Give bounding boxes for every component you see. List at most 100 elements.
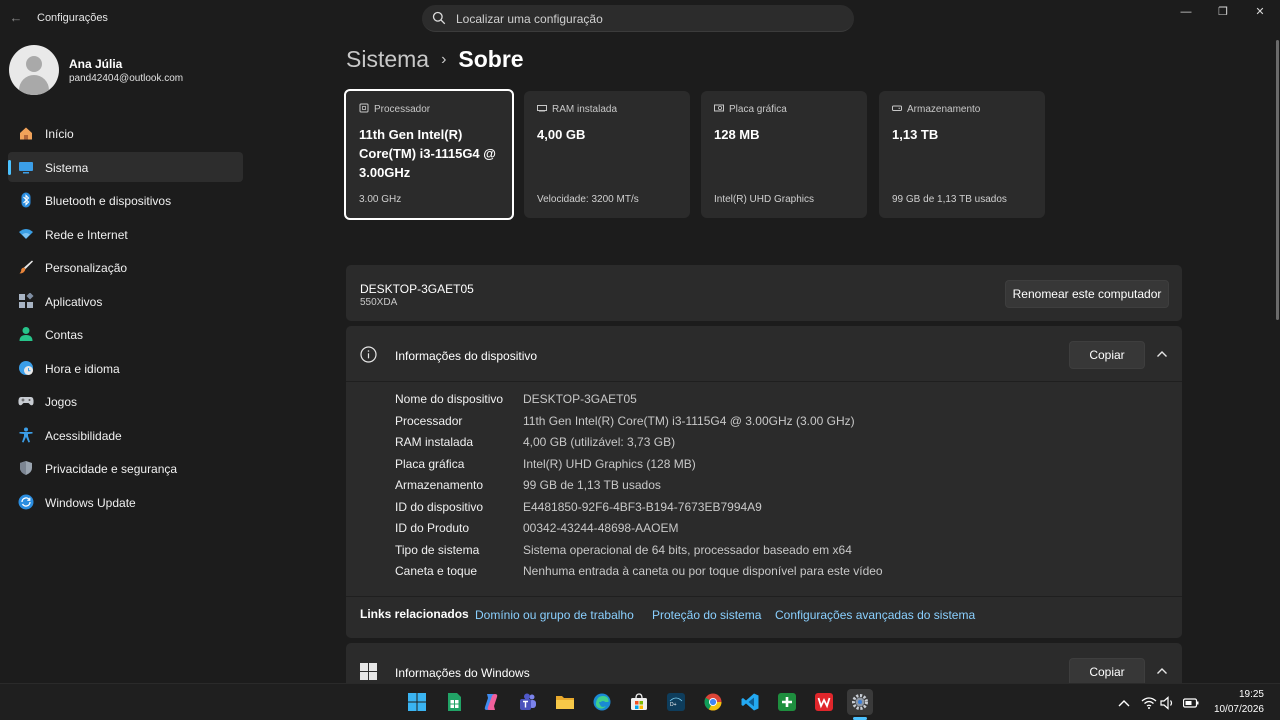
copy-windows-info-button[interactable]: Copiar xyxy=(1069,658,1145,683)
search-box[interactable] xyxy=(422,5,854,32)
card-footer: 99 GB de 1,13 TB usados xyxy=(892,194,1007,205)
sidebar-item-personalizacao[interactable]: Personalização xyxy=(8,252,243,282)
back-arrow-icon[interactable]: ← xyxy=(6,8,26,28)
globe-clock-icon xyxy=(19,360,33,375)
search-input[interactable] xyxy=(456,5,836,32)
avatar[interactable] xyxy=(9,45,59,95)
chrome-icon[interactable] xyxy=(700,689,726,715)
card-value: 128 MB xyxy=(714,127,760,142)
clock-time[interactable]: 19:25 xyxy=(1239,689,1264,700)
computer-model: 550XDA xyxy=(360,297,398,308)
wps-icon[interactable] xyxy=(811,689,837,715)
start-icon[interactable] xyxy=(404,689,430,715)
gamepad-icon xyxy=(18,397,34,406)
related-links-label: Links relacionados xyxy=(360,607,469,621)
edge-icon[interactable] xyxy=(589,689,615,715)
page-title: Sobre xyxy=(458,46,524,72)
card-header: Placa gráfica xyxy=(714,103,787,115)
sidebar-item-privacidade[interactable]: Privacidade e segurança xyxy=(8,453,243,483)
sidebar-item-label: Rede e Internet xyxy=(45,227,128,242)
chevron-up-icon[interactable] xyxy=(1116,696,1132,710)
sidebar-item-label: Windows Update xyxy=(45,495,136,510)
teams-icon[interactable] xyxy=(515,689,541,715)
sidebar-item-label: Acessibilidade xyxy=(45,428,122,443)
info-icon xyxy=(360,346,377,363)
breadcrumb-parent[interactable]: Sistema xyxy=(346,46,429,72)
sidebar-item-sistema[interactable]: Sistema xyxy=(8,151,243,182)
card-header: Processador xyxy=(359,103,430,115)
title-bar: ← Configurações — ❐ ✕ xyxy=(0,0,1280,40)
svg-text:D+: D+ xyxy=(670,702,677,708)
sidebar-item-label: Bluetooth e dispositivos xyxy=(45,194,172,208)
sidebar-item-label: Privacidade e segurança xyxy=(45,462,178,476)
card-footer: Velocidade: 3200 MT/s xyxy=(537,194,639,205)
sidebar-item-label: Hora e idioma xyxy=(45,361,120,376)
vscode-icon[interactable] xyxy=(737,689,763,715)
sidebar-item-jogos[interactable]: Jogos xyxy=(8,386,243,416)
file-explorer-icon[interactable] xyxy=(552,689,578,715)
wifi-icon xyxy=(19,228,33,239)
scrollbar[interactable] xyxy=(1276,40,1279,320)
sidebar-item-hora-idioma[interactable]: Hora e idioma xyxy=(8,353,243,383)
processor-card[interactable]: Processador 11th Gen Intel(R) Core(TM) i… xyxy=(344,89,514,220)
sidebar-item-inicio[interactable]: Início xyxy=(8,118,243,148)
chip-icon xyxy=(359,103,369,113)
disney-plus-icon[interactable]: D+ xyxy=(663,689,689,715)
sidebar-item-windows-update[interactable]: Windows Update xyxy=(8,487,243,517)
app-title: Configurações xyxy=(37,12,108,24)
sidebar-item-contas[interactable]: Contas xyxy=(8,319,243,349)
home-icon xyxy=(20,127,32,140)
graphics-card[interactable]: Placa gráfica 128 MB Intel(R) UHD Graphi… xyxy=(701,91,867,218)
sheets-icon[interactable] xyxy=(441,689,467,715)
spec-key: Caneta e toque xyxy=(395,564,478,578)
clock-date[interactable]: 10/07/2026 xyxy=(1214,704,1264,715)
device-info-header[interactable]: Informações do dispositivo Copiar xyxy=(346,326,1182,382)
sidebar-item-label: Jogos xyxy=(45,395,78,409)
system-icon xyxy=(19,161,33,173)
chevron-up-icon[interactable] xyxy=(1156,667,1168,675)
link-advanced-system-settings[interactable]: Configurações avançadas do sistema xyxy=(775,608,975,622)
chevron-right-icon: › xyxy=(441,51,447,68)
device-info-title: Informações do dispositivo xyxy=(395,349,538,363)
sidebar-item-aplicativos[interactable]: Aplicativos xyxy=(8,286,243,316)
chevron-up-icon[interactable] xyxy=(1156,350,1168,358)
card-value: 4,00 GB xyxy=(537,127,586,142)
close-icon[interactable]: ✕ xyxy=(1248,4,1272,20)
spec-key: ID do Produto xyxy=(395,521,470,535)
update-icon xyxy=(18,494,34,509)
maximize-icon[interactable]: ❐ xyxy=(1211,4,1235,20)
copy-device-info-button[interactable]: Copiar xyxy=(1069,341,1145,369)
storage-card[interactable]: Armazenamento 1,13 TB 99 GB de 1,13 TB u… xyxy=(879,91,1045,218)
volume-icon[interactable] xyxy=(1160,696,1176,710)
active-indicator xyxy=(8,159,11,175)
link-system-protection[interactable]: Proteção do sistema xyxy=(652,608,761,622)
spec-value: 11th Gen Intel(R) Core(TM) i3-1115G4 @ 3… xyxy=(523,413,855,428)
sidebar-item-acessibilidade[interactable]: Acessibilidade xyxy=(8,420,243,450)
shield-icon xyxy=(20,461,32,475)
taskbar: D+ 19:25 10/07/2026 xyxy=(0,683,1280,720)
spec-key: Placa gráfica xyxy=(395,456,465,471)
copilot-icon[interactable] xyxy=(478,689,504,715)
wifi-icon[interactable] xyxy=(1141,696,1157,710)
sidebar-nav: Início Sistema Bluetooth e dispositivos … xyxy=(8,118,243,520)
storage-icon xyxy=(892,105,902,111)
card-footer: Intel(R) UHD Graphics xyxy=(714,194,815,205)
sidebar-item-rede[interactable]: Rede e Internet xyxy=(8,219,243,249)
link-domain-workgroup[interactable]: Domínio ou grupo de trabalho xyxy=(475,608,634,622)
minimize-icon[interactable]: — xyxy=(1174,4,1198,20)
card-header: Armazenamento xyxy=(892,103,980,115)
battery-icon[interactable] xyxy=(1183,696,1199,710)
windows-info-panel[interactable]: Informações do Windows Copiar xyxy=(346,643,1182,683)
settings-icon[interactable] xyxy=(847,689,873,715)
related-links: Links relacionados Domínio ou grupo de t… xyxy=(346,596,1182,638)
sidebar-item-bluetooth[interactable]: Bluetooth e dispositivos xyxy=(8,185,243,215)
brush-icon xyxy=(19,260,33,274)
spec-value: DESKTOP-3GAET05 xyxy=(523,392,637,406)
store-icon[interactable] xyxy=(626,689,652,715)
graphics-card-icon xyxy=(714,104,724,112)
plus-app-icon[interactable] xyxy=(774,689,800,715)
sidebar-item-label: Sistema xyxy=(45,160,89,175)
account-icon xyxy=(19,327,33,341)
rename-computer-button[interactable]: Renomear este computador xyxy=(1005,280,1169,308)
ram-card[interactable]: RAM instalada 4,00 GB Velocidade: 3200 M… xyxy=(524,91,690,218)
